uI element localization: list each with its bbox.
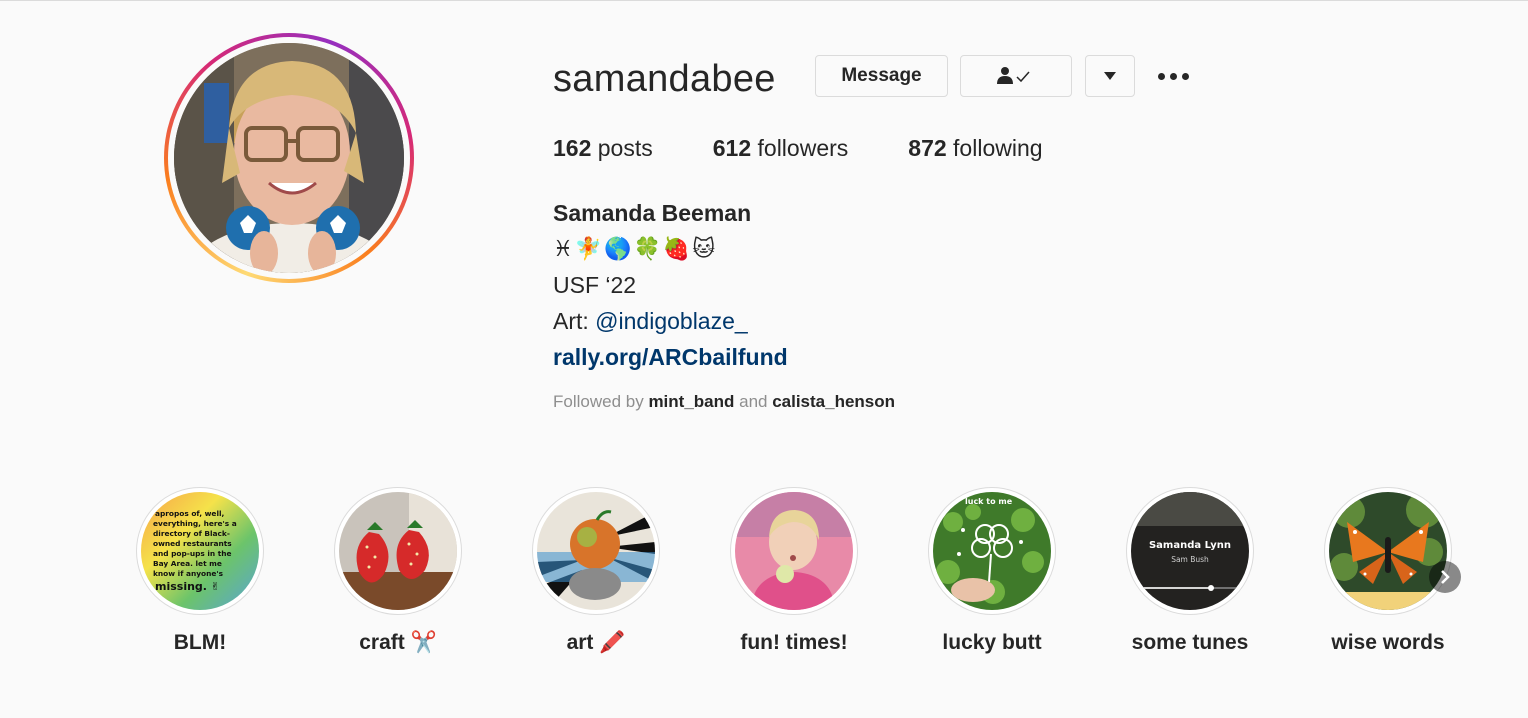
highlight-ring xyxy=(532,487,660,615)
highlight-text-line: missing. ✌ xyxy=(155,580,220,593)
highlight-cover: luck to me xyxy=(933,492,1051,610)
dot-icon xyxy=(1157,72,1165,80)
highlight-cover-image xyxy=(1329,492,1447,610)
avatar[interactable] xyxy=(174,43,404,273)
highlight-text-line: know if anyone's xyxy=(153,569,224,578)
highlight-text-line: and pop-ups in the xyxy=(153,549,232,558)
following-button[interactable] xyxy=(960,55,1072,97)
highlight-label: some tunes xyxy=(1131,631,1249,654)
highlight-blm[interactable]: apropos of, well, everything, here's a d… xyxy=(135,487,265,655)
bio-art-prefix: Art: xyxy=(553,308,596,334)
bio-external-link[interactable]: rally.org/ARCbailfund xyxy=(553,339,788,375)
art-mention-link[interactable]: @indigoblaze_ xyxy=(595,308,748,334)
dot-icon xyxy=(1169,72,1177,80)
highlight-cover-image: apropos of, well, everything, here's a d… xyxy=(141,492,259,610)
more-options-button[interactable] xyxy=(1153,62,1193,90)
highlight-text-line: everything, here's a xyxy=(153,519,237,528)
highlight-lucky-butt[interactable]: luck to me lucky butt xyxy=(927,487,1057,655)
highlight-ring xyxy=(730,487,858,615)
highlight-fun-times[interactable]: fun! times! xyxy=(729,487,859,655)
profile-username: samandabee xyxy=(553,58,776,100)
highlight-text-line: apropos of, well, xyxy=(155,509,225,518)
chevron-right-icon xyxy=(1441,570,1450,584)
highlight-ring: luck to me xyxy=(928,487,1056,615)
followed-by-prefix: Followed by xyxy=(553,392,649,411)
highlight-label: craft ✂️ xyxy=(359,631,437,654)
user-check-icon xyxy=(997,67,1030,84)
highlight-cover-image xyxy=(537,492,655,610)
profile-avatar-story-ring[interactable] xyxy=(164,33,414,283)
highlight-cover-image: luck to me xyxy=(933,492,1051,610)
followed-by[interactable]: Followed by mint_band and calista_henson xyxy=(553,392,895,412)
avatar-gap xyxy=(168,37,410,279)
followers-label: followers xyxy=(757,135,849,161)
highlight-cover-image xyxy=(339,492,457,610)
posts-label: posts xyxy=(597,135,653,161)
highlight-text-line: directory of Black- xyxy=(153,529,230,538)
following-label: following xyxy=(953,135,1043,161)
full-name: Samanda Beeman xyxy=(553,200,752,226)
highlight-text-line: Bay Area. let me xyxy=(153,559,222,568)
highlight-ring xyxy=(1324,487,1452,615)
highlight-label: wise words xyxy=(1331,631,1445,654)
highlight-label: fun! times! xyxy=(740,631,848,654)
followers-count: 612 xyxy=(712,135,752,161)
highlight-cover xyxy=(339,492,457,610)
highlights-next-button[interactable] xyxy=(1429,561,1461,593)
bio-emoji-line: ♓🧚🌎🍀🍓🐱 xyxy=(553,236,718,261)
suggested-dropdown-button[interactable] xyxy=(1085,55,1135,97)
highlight-label: lucky butt xyxy=(942,631,1042,654)
highlight-cover xyxy=(537,492,655,610)
followed-by-user[interactable]: mint_band xyxy=(648,392,734,411)
bio-line: USF ‘22 xyxy=(553,272,637,298)
highlight-cover: apropos of, well, everything, here's a d… xyxy=(141,492,259,610)
highlight-ring: Samanda Lynn Sam Bush xyxy=(1126,487,1254,615)
profile-bio: Samanda Beeman ♓🧚🌎🍀🍓🐱 USF ‘22 Art: @indi… xyxy=(553,195,788,375)
highlight-cover xyxy=(735,492,853,610)
highlight-cover-image: Samanda Lynn Sam Bush xyxy=(1131,492,1249,610)
posts-stat: 162 posts xyxy=(553,135,653,162)
highlight-art[interactable]: art 🖍️ xyxy=(531,487,661,655)
highlight-craft[interactable]: craft ✂️ xyxy=(333,487,463,655)
avatar-photo xyxy=(174,43,404,273)
highlight-text-line: Sam Bush xyxy=(1171,555,1209,564)
highlight-some-tunes[interactable]: Samanda Lynn Sam Bush some tunes xyxy=(1125,487,1255,655)
following-stat[interactable]: 872 following xyxy=(908,135,1042,162)
highlight-cover-image xyxy=(735,492,853,610)
followed-by-conjunction: and xyxy=(734,392,773,411)
caret-down-icon xyxy=(1104,72,1116,80)
highlight-text-line: luck to me xyxy=(965,497,1013,506)
followers-stat[interactable]: 612 followers xyxy=(713,135,849,162)
highlight-label: art 🖍️ xyxy=(566,631,626,654)
profile-stats: 162 posts 612 followers 872 following xyxy=(553,135,1103,162)
bio-art-line: Art: @indigoblaze_ xyxy=(553,303,788,339)
following-count: 872 xyxy=(908,135,947,161)
message-button[interactable]: Message xyxy=(815,55,948,97)
posts-count: 162 xyxy=(553,135,592,161)
highlight-text-line: owned restaurants xyxy=(153,539,232,548)
highlight-ring: apropos of, well, everything, here's a d… xyxy=(136,487,264,615)
followed-by-user[interactable]: calista_henson xyxy=(772,392,895,411)
highlight-label: BLM! xyxy=(173,631,227,654)
dot-icon xyxy=(1181,72,1189,80)
top-border xyxy=(0,0,1528,1)
highlight-cover xyxy=(1329,492,1447,610)
highlight-cover: Samanda Lynn Sam Bush xyxy=(1131,492,1249,610)
highlight-text-line: Samanda Lynn xyxy=(1149,540,1231,551)
highlight-ring xyxy=(334,487,462,615)
